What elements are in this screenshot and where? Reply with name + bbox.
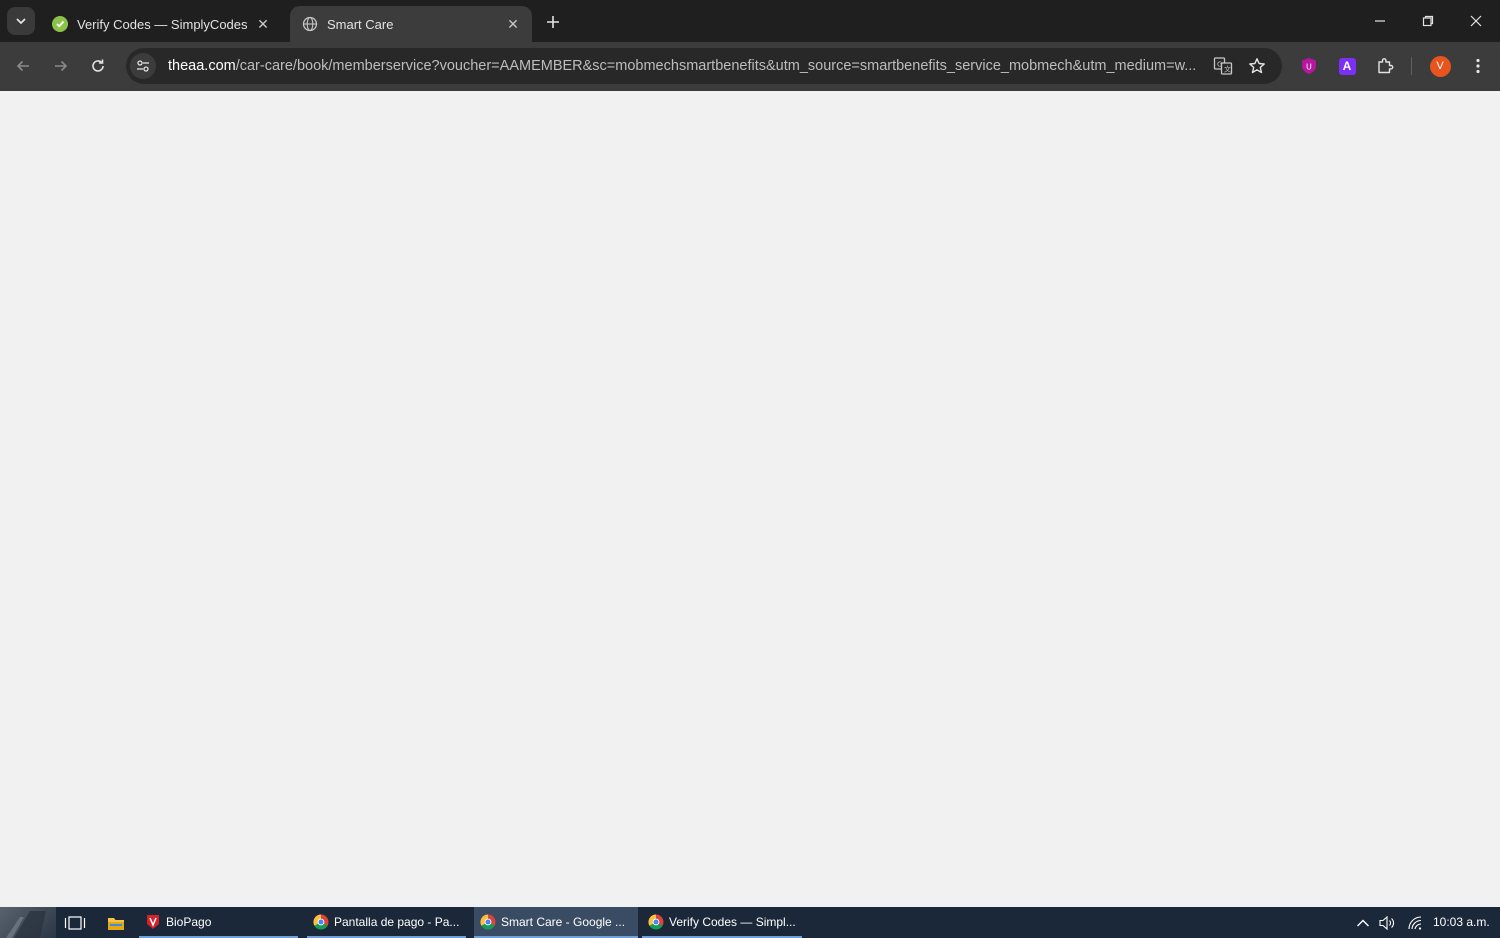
reload-button[interactable] (84, 52, 112, 80)
taskbar-app-label: Smart Care - Google ... (501, 914, 626, 929)
task-view-button[interactable] (63, 911, 87, 935)
translate-icon: G文 (1213, 57, 1233, 75)
taskbar-app-chrome-pantalla[interactable]: Pantalla de pago - Pa... (307, 907, 466, 938)
biopago-icon (147, 914, 159, 929)
globe-icon (302, 16, 318, 32)
show-hidden-icons-button[interactable] (1354, 914, 1372, 932)
start-button[interactable] (0, 907, 56, 938)
restore-button[interactable] (1404, 0, 1452, 42)
url-path: /car-care/book/memberservice?voucher=AAM… (235, 58, 1197, 74)
tab-title: Verify Codes — SimplyCodes (77, 16, 248, 32)
taskbar-app-biopago[interactable]: BioPago (139, 907, 298, 938)
menu-button[interactable] (1466, 54, 1490, 78)
url-text[interactable]: theaa.com/car-care/book/memberservice?vo… (168, 58, 1198, 74)
tune-icon (137, 60, 149, 72)
windows-logo-icon (6, 911, 46, 938)
restore-icon (1422, 15, 1434, 27)
simplycodes-icon (52, 16, 68, 32)
tab-title: Smart Care (327, 16, 394, 32)
taskbar-app-label: Pantalla de pago - Pa... (334, 914, 460, 929)
window-close-button[interactable] (1452, 0, 1500, 42)
svg-text:G: G (1217, 61, 1222, 69)
svg-text:文: 文 (1224, 65, 1231, 74)
bookmark-button[interactable] (1245, 54, 1269, 78)
forward-button[interactable] (47, 52, 75, 80)
close-icon[interactable]: ✕ (504, 15, 522, 33)
shield-icon: U (1302, 58, 1316, 74)
chevron-up-icon (1357, 919, 1369, 927)
extension-a-button[interactable]: A (1335, 54, 1359, 78)
extensions-button[interactable] (1373, 54, 1397, 78)
file-explorer-button[interactable] (104, 911, 128, 935)
back-button[interactable] (9, 52, 37, 80)
puzzle-icon (1378, 58, 1394, 74)
folder-icon (108, 917, 124, 930)
profile-button[interactable]: V (1428, 54, 1452, 78)
chevron-down-icon (16, 18, 26, 25)
minimize-icon (1375, 20, 1385, 22)
page-content (0, 91, 1500, 907)
browser-toolbar: theaa.com/car-care/book/memberservice?vo… (0, 42, 1500, 91)
site-info-button[interactable] (130, 53, 156, 79)
chrome-icon (313, 913, 329, 930)
taskbar-app-label: Verify Codes — Simpl... (669, 914, 796, 929)
close-icon (1470, 15, 1482, 27)
taskbar-clock[interactable]: 10:03 a.m. (1433, 915, 1490, 929)
task-view-icon (64, 916, 86, 930)
avatar: V (1429, 55, 1451, 77)
taskbar-app-chrome-verify-codes[interactable]: Verify Codes — Simpl... (642, 907, 802, 938)
minimize-button[interactable] (1356, 0, 1404, 42)
translate-button[interactable]: G文 (1211, 54, 1235, 78)
close-icon[interactable]: ✕ (254, 15, 272, 33)
letter-a-icon: A (1338, 57, 1356, 75)
reload-icon (92, 59, 104, 72)
network-button[interactable] (1406, 914, 1424, 932)
url-host: theaa.com (168, 58, 236, 74)
browser-window: Verify Codes — SimplyCodes ✕ Smart Care … (0, 0, 1500, 91)
arrow-left-icon (16, 60, 29, 72)
chrome-icon (648, 913, 664, 930)
toolbar-separator (1411, 57, 1412, 75)
wifi-icon (1408, 916, 1422, 930)
tab-strip: Verify Codes — SimplyCodes ✕ Smart Care … (0, 0, 1500, 42)
volume-button[interactable] (1379, 914, 1397, 932)
speaker-icon (1379, 915, 1394, 931)
tab-smart-care[interactable]: Smart Care ✕ (290, 6, 532, 42)
ublock-extension-button[interactable]: U (1297, 54, 1321, 78)
tab-search-button[interactable] (7, 7, 35, 35)
taskbar: BioPago Pantalla de pago - Pa... Smart C… (0, 907, 1500, 938)
taskbar-app-chrome-smart-care[interactable]: Smart Care - Google ... (474, 907, 638, 938)
new-tab-button[interactable] (540, 9, 566, 35)
arrow-right-icon (55, 60, 68, 72)
chrome-icon (480, 913, 496, 930)
tab-verify-codes[interactable]: Verify Codes — SimplyCodes ✕ (40, 6, 282, 42)
star-icon (1249, 58, 1265, 74)
plus-icon (547, 16, 559, 28)
address-bar[interactable]: theaa.com/car-care/book/memberservice?vo… (126, 48, 1282, 84)
svg-text:U: U (1306, 63, 1312, 72)
more-vertical-icon (1476, 58, 1480, 74)
taskbar-app-label: BioPago (166, 914, 212, 929)
